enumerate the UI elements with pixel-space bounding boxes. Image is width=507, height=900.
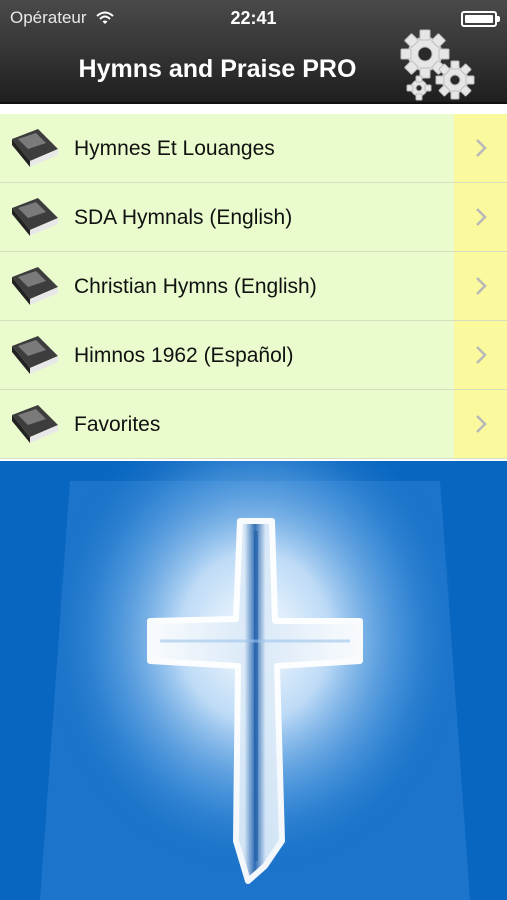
list-item-sda-hymnals[interactable]: SDA Hymnals (English) xyxy=(0,183,507,252)
list-item-himnos-1962[interactable]: Himnos 1962 (Español) xyxy=(0,321,507,390)
chevron-right-icon[interactable] xyxy=(454,183,507,251)
list-item-label: Himnos 1962 (Español) xyxy=(74,344,294,367)
chevron-right-icon[interactable] xyxy=(454,252,507,320)
chevron-right-icon[interactable] xyxy=(454,114,507,182)
chevron-right-icon[interactable] xyxy=(454,321,507,389)
list-item-hymnes-et-louanges[interactable]: Hymnes Et Louanges xyxy=(0,114,507,183)
list-item-christian-hymns[interactable]: Christian Hymns (English) xyxy=(0,252,507,321)
list-item-label: Hymnes Et Louanges xyxy=(74,137,275,160)
gears-icon[interactable] xyxy=(397,26,479,106)
hymn-book-icon xyxy=(12,129,58,167)
list-item-favorites[interactable]: Favorites xyxy=(0,390,507,459)
hymn-book-icon xyxy=(12,405,58,443)
navigation-bar: Hymns and Praise PRO xyxy=(0,29,507,104)
list-item-label: SDA Hymnals (English) xyxy=(74,206,293,229)
page-title: Hymns and Praise PRO xyxy=(78,55,357,83)
hymn-book-icon xyxy=(12,336,58,374)
battery-icon xyxy=(461,11,500,27)
hymn-book-icon xyxy=(12,267,58,305)
hymn-book-icon xyxy=(12,198,58,236)
cross-background-image xyxy=(0,461,507,900)
list-item-label: Christian Hymns (English) xyxy=(74,275,317,298)
hymnal-list: Hymnes Et Louanges SDA Hymnals (English)… xyxy=(0,114,507,459)
separator xyxy=(0,104,507,114)
chevron-right-icon[interactable] xyxy=(454,390,507,458)
list-item-label: Favorites xyxy=(74,413,161,436)
